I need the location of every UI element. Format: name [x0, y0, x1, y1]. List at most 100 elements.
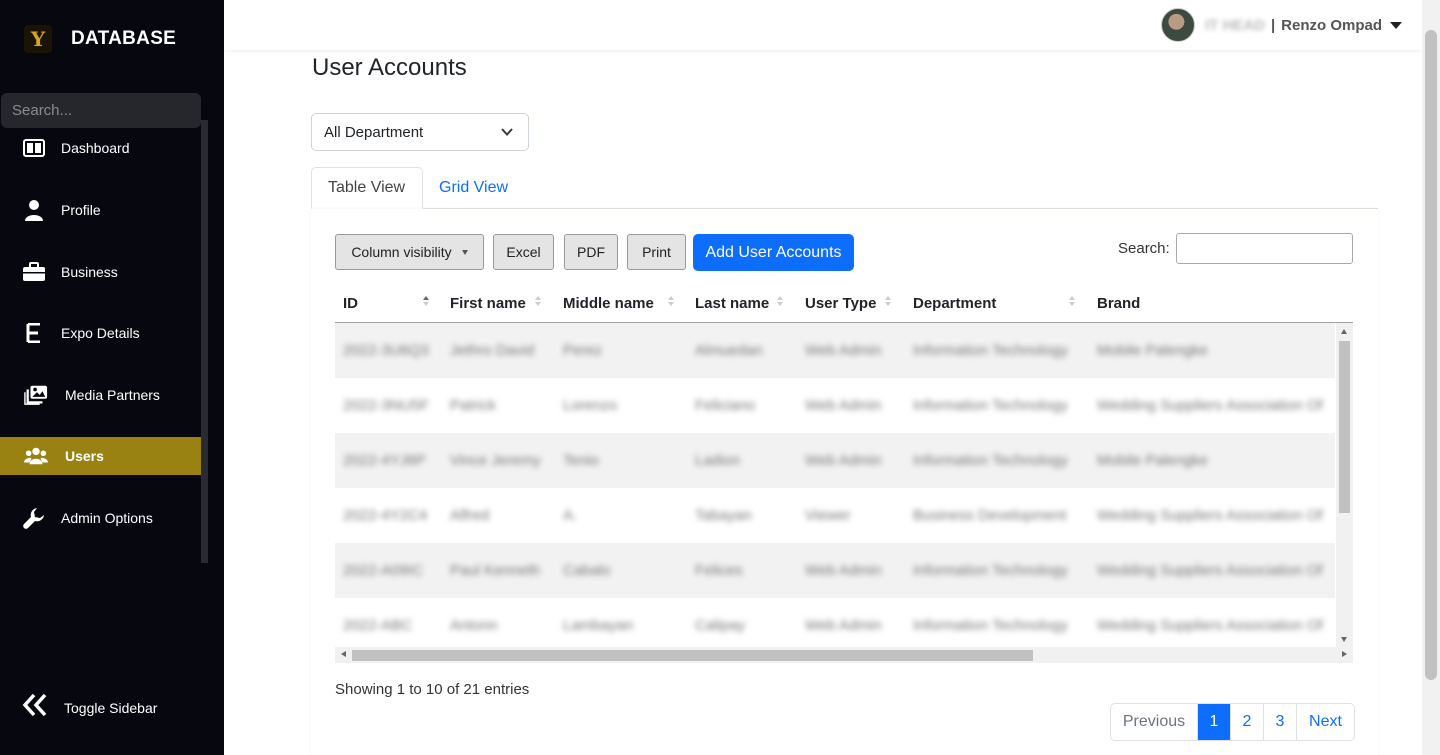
- cell-user-type: Web Admin: [805, 397, 882, 414]
- cell-last-name: Ladion: [695, 452, 741, 469]
- pagination-next[interactable]: Next: [1296, 704, 1354, 740]
- table-vertical-scrollbar[interactable]: [1336, 323, 1353, 648]
- tab-table-view[interactable]: Table View: [311, 167, 423, 209]
- page-scrollbar[interactable]: [1422, 0, 1440, 755]
- sidebar-item-admin-options[interactable]: Admin Options: [0, 499, 201, 537]
- tab-grid-view[interactable]: Grid View: [423, 167, 524, 209]
- dashboard-icon: [22, 136, 46, 160]
- sidebar-item-users[interactable]: Users: [0, 437, 201, 475]
- cell-last-name: Almuedan: [695, 342, 763, 359]
- toggle-sidebar-button[interactable]: Toggle Sidebar: [22, 692, 157, 723]
- cell-first-name: Jethro David: [450, 342, 535, 359]
- toggle-sidebar-label: Toggle Sidebar: [64, 699, 158, 716]
- page-scrollbar-thumb[interactable]: [1425, 30, 1437, 680]
- cell-user-type: Viewer: [805, 507, 851, 524]
- sidebar-item-label: Expo Details: [61, 325, 140, 341]
- table-horizontal-scrollbar[interactable]: [335, 647, 1353, 663]
- sidebar-search-input[interactable]: [1, 93, 201, 128]
- table-row[interactable]: 2022-4YJ6P Vince Jeremy Tenio Ladion Web…: [335, 433, 1335, 488]
- cell-brand: Wedding Suppliers Association Of: [1097, 397, 1323, 414]
- sidebar-scrollbar[interactable]: [201, 120, 208, 563]
- column-header-label: First name: [450, 294, 526, 312]
- column-visibility-button[interactable]: Column visibility: [335, 234, 484, 270]
- column-header-label: Brand: [1097, 294, 1141, 312]
- briefcase-icon: [22, 260, 46, 284]
- column-header-middle-name[interactable]: Middle name: [563, 283, 654, 323]
- pagination-page-1[interactable]: 1: [1197, 704, 1230, 740]
- cell-user-type: Web Admin: [805, 562, 882, 579]
- arrow-down-icon[interactable]: [1341, 637, 1347, 642]
- cell-middle-name: Lorenzo: [563, 397, 618, 414]
- cell-last-name: Felices: [695, 562, 743, 579]
- sort-icon: [535, 296, 541, 310]
- user-name-separator: |: [1270, 16, 1276, 34]
- cell-middle-name: Lambayan: [563, 617, 634, 634]
- pagination-page-3[interactable]: 3: [1263, 704, 1296, 740]
- table-row[interactable]: 2022-3NU5F Patrick Lorenzo Feliciano Web…: [335, 378, 1335, 433]
- cell-brand: Mobile Palengke: [1097, 342, 1208, 359]
- pdf-button[interactable]: PDF: [564, 234, 618, 270]
- user-role: IT HEAD: [1204, 16, 1265, 34]
- column-visibility-label: Column visibility: [351, 244, 452, 260]
- arrow-up-icon[interactable]: [1341, 329, 1347, 334]
- user-icon: [22, 198, 46, 222]
- cell-brand: Wedding Suppliers Association Of: [1097, 617, 1323, 634]
- table-body: 2022-3U6Q3 Jethro David Perez Almuedan W…: [335, 323, 1335, 648]
- column-header-brand[interactable]: Brand: [1097, 283, 1140, 323]
- sidebar: Y DATABASE Dashboard Profile Business Ex…: [0, 0, 224, 755]
- arrow-left-icon[interactable]: [341, 651, 346, 657]
- sidebar-item-business[interactable]: Business: [0, 253, 201, 291]
- table-row[interactable]: 2022-A09IC Paul Kenneth Cabalo Felices W…: [335, 543, 1335, 598]
- vertical-scrollbar-thumb[interactable]: [1339, 341, 1350, 513]
- column-header-label: User Type: [805, 294, 877, 312]
- column-header-user-type[interactable]: User Type: [805, 283, 876, 323]
- department-select-value: All Department: [324, 123, 424, 141]
- cell-last-name: Calipay: [695, 617, 746, 634]
- pagination-previous[interactable]: Previous: [1111, 704, 1197, 740]
- table-header: ID First name Middle name Last name User…: [335, 283, 1353, 323]
- cell-id: 2022-ABC: [343, 617, 413, 634]
- sort-icon: [668, 296, 674, 310]
- sidebar-item-expo-details[interactable]: Expo Details: [0, 314, 201, 352]
- pagination-page-2[interactable]: 2: [1230, 704, 1263, 740]
- cell-user-type: Web Admin: [805, 342, 882, 359]
- sidebar-item-media-partners[interactable]: Media Partners: [0, 376, 201, 414]
- user-name: Renzo Ompad: [1281, 16, 1382, 34]
- department-select[interactable]: All Department: [311, 113, 529, 151]
- sidebar-item-dashboard[interactable]: Dashboard: [0, 129, 201, 167]
- double-chevron-left-icon: [22, 692, 48, 723]
- user-menu[interactable]: IT HEAD | Renzo Ompad: [1160, 8, 1402, 42]
- users-icon: [24, 444, 48, 468]
- cell-id: 2022-3NU5F: [343, 397, 429, 414]
- excel-button[interactable]: Excel: [493, 234, 554, 270]
- table-row[interactable]: 2022-4Y2C4 Alfred A. Tabayan Viewer Busi…: [335, 488, 1335, 543]
- table-row[interactable]: 2022-ABC Antonn Lambayan Calipay Web Adm…: [335, 598, 1335, 648]
- cell-department: Information Technology: [913, 562, 1068, 579]
- table-row[interactable]: 2022-3U6Q3 Jethro David Perez Almuedan W…: [335, 323, 1335, 378]
- chevron-down-icon: [500, 125, 514, 143]
- column-header-id[interactable]: ID: [343, 283, 358, 323]
- sidebar-item-label: Media Partners: [65, 387, 160, 403]
- pagination: Previous 1 2 3 Next: [1110, 703, 1355, 741]
- cell-brand: Mobile Palengke: [1097, 452, 1208, 469]
- brand[interactable]: Y DATABASE: [24, 22, 176, 56]
- cell-last-name: Feliciano: [695, 397, 756, 414]
- page-title: User Accounts: [312, 54, 467, 81]
- print-button[interactable]: Print: [627, 234, 686, 270]
- table-search-label: Search:: [1118, 240, 1170, 257]
- sidebar-item-profile[interactable]: Profile: [0, 191, 201, 229]
- cell-department: Information Technology: [913, 397, 1068, 414]
- cell-id: 2022-4Y2C4: [343, 507, 428, 524]
- column-header-last-name[interactable]: Last name: [695, 283, 769, 323]
- column-header-department[interactable]: Department: [913, 283, 996, 323]
- cell-user-type: Web Admin: [805, 452, 882, 469]
- cell-id: 2022-4YJ6P: [343, 452, 426, 469]
- cell-department: Information Technology: [913, 342, 1068, 359]
- column-header-first-name[interactable]: First name: [450, 283, 526, 323]
- cell-middle-name: Tenio: [563, 452, 599, 469]
- add-user-accounts-button[interactable]: Add User Accounts: [693, 234, 854, 271]
- table-search-input[interactable]: [1176, 233, 1353, 264]
- cell-middle-name: Perez: [563, 342, 603, 359]
- horizontal-scrollbar-thumb[interactable]: [352, 650, 1033, 661]
- arrow-right-icon[interactable]: [1342, 651, 1347, 657]
